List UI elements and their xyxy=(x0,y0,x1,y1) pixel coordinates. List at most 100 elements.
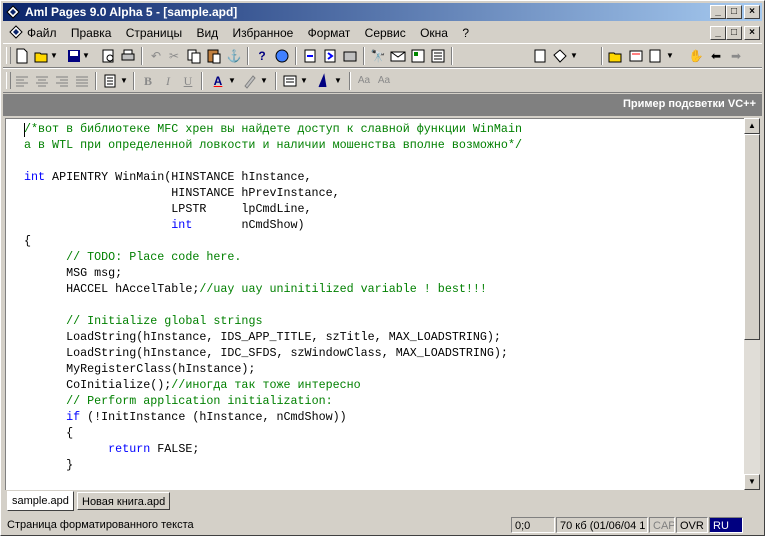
chevron-down-icon[interactable]: ▼ xyxy=(81,47,91,65)
new-document-icon[interactable] xyxy=(13,47,31,65)
toolbar-grip[interactable] xyxy=(6,47,11,64)
code-line: { xyxy=(24,425,73,441)
chevron-down-icon[interactable]: ▼ xyxy=(333,72,343,90)
font-color-button[interactable]: A xyxy=(209,72,227,90)
paste-icon[interactable] xyxy=(205,47,223,65)
mail-icon[interactable] xyxy=(389,47,407,65)
export-icon[interactable] xyxy=(321,47,339,65)
scroll-up-button[interactable]: ▲ xyxy=(744,118,760,134)
paragraph-icon[interactable] xyxy=(101,72,119,90)
web-icon[interactable] xyxy=(273,47,291,65)
menu-windows[interactable]: Окна xyxy=(420,26,448,40)
code-text: { xyxy=(24,426,74,440)
style-icon[interactable] xyxy=(647,47,665,65)
page-list-icon[interactable] xyxy=(429,47,447,65)
code-line: MSG msg; xyxy=(24,265,122,281)
chevron-down-icon[interactable]: ▼ xyxy=(665,47,675,65)
panel-icon[interactable] xyxy=(531,47,549,65)
highlight-pen-icon[interactable] xyxy=(241,72,259,90)
hand-icon[interactable]: ✋ xyxy=(687,47,705,65)
scroll-down-button[interactable]: ▼ xyxy=(744,474,760,490)
line-style-icon[interactable] xyxy=(315,72,333,90)
bold-button[interactable]: B xyxy=(139,72,157,90)
cut-icon[interactable]: ✂ xyxy=(165,47,183,65)
chevron-down-icon[interactable]: ▼ xyxy=(569,47,579,65)
status-ovr: OVR xyxy=(676,517,708,533)
code-keyword: int xyxy=(24,170,46,184)
mdi-minimize-button[interactable]: _ xyxy=(710,26,726,40)
text-frame-icon[interactable] xyxy=(281,72,299,90)
close-button[interactable]: × xyxy=(744,5,760,19)
align-center-icon[interactable] xyxy=(33,72,51,90)
text-editor[interactable]: /*вот в библиотеке MFC хрен вы найдете д… xyxy=(5,118,744,490)
outline-icon[interactable] xyxy=(409,47,427,65)
menu-help[interactable]: ? xyxy=(462,26,469,40)
document-icon[interactable] xyxy=(9,25,23,39)
underline-button[interactable]: U xyxy=(179,72,197,90)
mdi-close-button[interactable]: × xyxy=(744,26,760,40)
chevron-down-icon[interactable]: ▼ xyxy=(299,72,309,90)
minimize-button[interactable]: _ xyxy=(710,5,726,19)
menu-pages[interactable]: Страницы xyxy=(126,26,182,40)
code-text: MyRegisterClass(hInstance); xyxy=(24,362,256,376)
app-window: Aml Pages 9.0 Alpha 5 - [sample.apd] _ □… xyxy=(0,0,765,536)
help-icon[interactable]: ? xyxy=(253,47,271,65)
copy-icon[interactable] xyxy=(185,47,203,65)
align-justify-icon[interactable] xyxy=(73,72,91,90)
document-tabs: sample.apd Новая книга.apd xyxy=(3,491,762,513)
back-arrow-icon[interactable]: ⬅ xyxy=(707,47,725,65)
code-line: // Initialize global strings xyxy=(24,313,262,329)
font-size-down-icon[interactable]: Aa xyxy=(375,72,393,90)
code-comment: // Initialize global strings xyxy=(66,314,263,328)
menu-file[interactable]: Файл xyxy=(27,26,57,40)
page-header-bar: Пример подсветки VC++ xyxy=(3,94,762,116)
italic-button[interactable]: I xyxy=(159,72,177,90)
menu-view[interactable]: Вид xyxy=(196,26,218,40)
align-left-icon[interactable] xyxy=(13,72,31,90)
code-text: HACCEL hAccelTable; xyxy=(24,282,200,296)
highlight-folder-icon[interactable] xyxy=(607,47,625,65)
format-toolbar: ▼ B I U A ▼ ▼ ▼ ▼ Aa Aa xyxy=(3,68,762,93)
tab-sample[interactable]: sample.apd xyxy=(7,491,74,511)
title-bar[interactable]: Aml Pages 9.0 Alpha 5 - [sample.apd] _ □… xyxy=(3,3,762,21)
format-icon[interactable] xyxy=(627,47,645,65)
menu-service[interactable]: Сервис xyxy=(365,26,406,40)
undo-icon[interactable]: ↶ xyxy=(147,47,165,65)
toolbar-grip[interactable] xyxy=(6,72,11,89)
menu-format[interactable]: Формат xyxy=(308,26,351,40)
tag-icon[interactable] xyxy=(551,47,569,65)
font-size-up-icon[interactable]: Aa xyxy=(355,72,373,90)
mdi-restore-button[interactable]: □ xyxy=(726,26,742,40)
print-icon[interactable] xyxy=(119,47,137,65)
toolbar-separator xyxy=(201,72,203,90)
stack-icon[interactable] xyxy=(341,47,359,65)
maximize-button[interactable]: □ xyxy=(726,5,742,19)
chevron-down-icon[interactable]: ▼ xyxy=(227,72,237,90)
code-text: LoadString(hInstance, IDC_SFDS, szWindow… xyxy=(24,346,508,360)
anchor-icon[interactable]: ⚓ xyxy=(225,47,243,65)
code-text: CoInitialize(); xyxy=(24,378,172,392)
code-text: FALSE; xyxy=(150,442,200,456)
vertical-scrollbar[interactable]: ▲ ▼ xyxy=(744,118,760,490)
chevron-down-icon[interactable]: ▼ xyxy=(119,72,129,90)
status-info: 70 кб (01/06/04 1 xyxy=(556,517,648,533)
menu-favorites[interactable]: Избранное xyxy=(233,26,294,40)
code-text: LoadString(hInstance, IDS_APP_TITLE, szT… xyxy=(24,330,501,344)
chevron-down-icon[interactable]: ▼ xyxy=(259,72,269,90)
status-language[interactable]: RU xyxy=(709,517,743,533)
menu-edit[interactable]: Правка xyxy=(71,26,112,40)
tab-new-book[interactable]: Новая книга.apd xyxy=(77,492,171,510)
code-text: } xyxy=(24,458,74,472)
code-text: (!InitInstance (hInstance, nCmdShow)) xyxy=(80,410,347,424)
code-comment: //иногда так тоже интересно xyxy=(171,378,361,392)
scroll-thumb[interactable] xyxy=(744,134,760,340)
print-preview-icon[interactable] xyxy=(99,47,117,65)
align-right-icon[interactable] xyxy=(53,72,71,90)
forward-arrow-icon[interactable]: ➡ xyxy=(727,47,745,65)
find-icon[interactable]: 🔭 xyxy=(369,47,387,65)
chevron-down-icon[interactable]: ▼ xyxy=(49,47,59,65)
import-icon[interactable] xyxy=(301,47,319,65)
code-line: int APIENTRY WinMain(HINSTANCE hInstance… xyxy=(24,169,312,185)
